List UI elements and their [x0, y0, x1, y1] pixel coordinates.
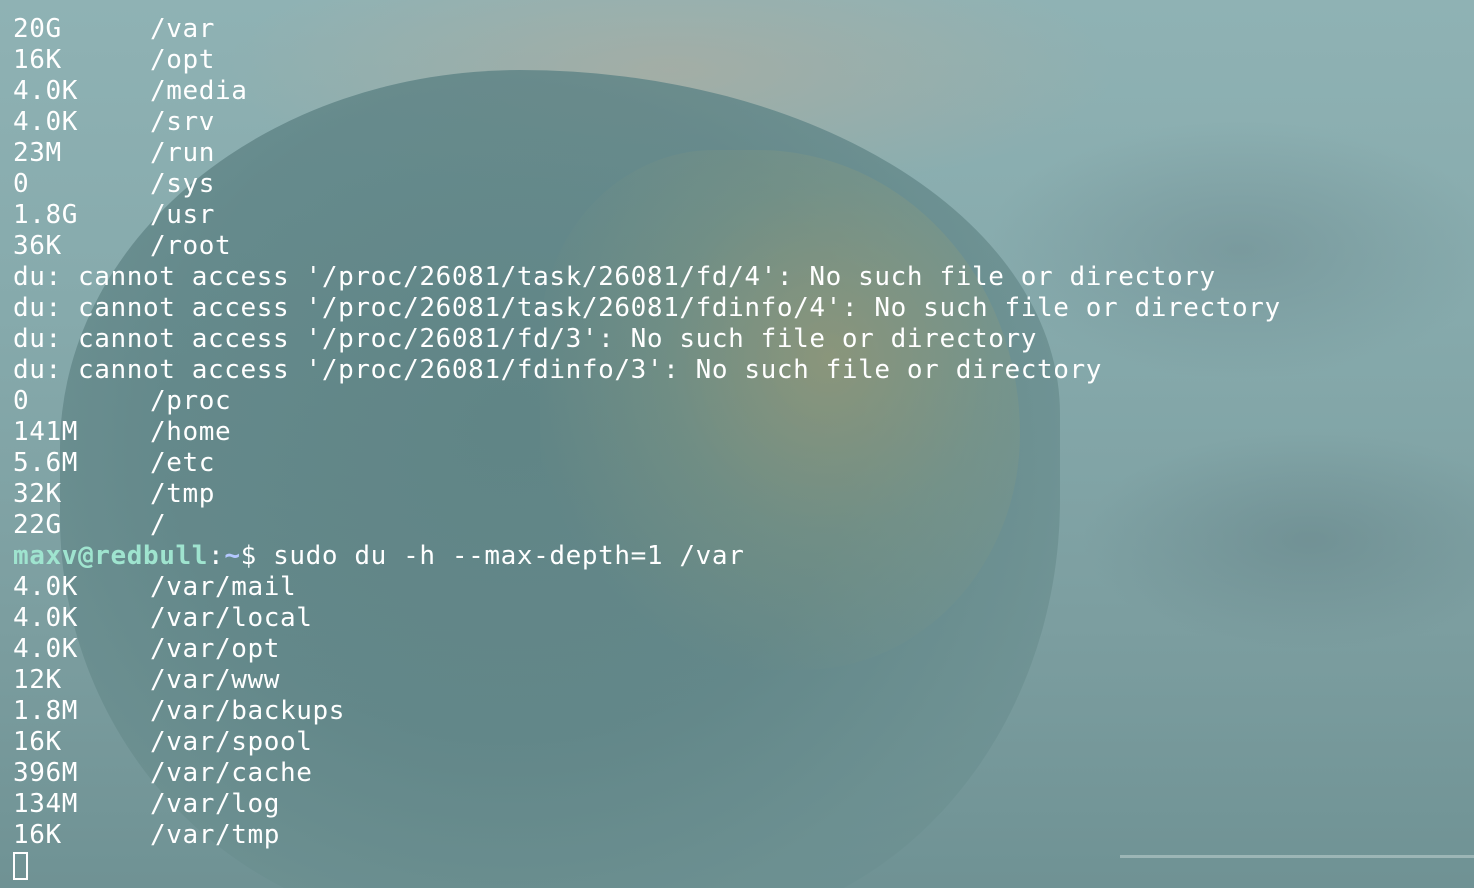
- command-text: sudo du -h --max-depth=1 /var: [256, 541, 745, 571]
- du-error-line: du: cannot access '/proc/26081/task/2608…: [13, 262, 1216, 292]
- du-line: 36K/root: [13, 231, 232, 261]
- prompt-path: ~: [224, 541, 241, 571]
- du-line: 22G /: [13, 510, 167, 540]
- prompt-separator: :: [208, 541, 225, 571]
- du-line: 5.6M/etc: [13, 448, 216, 478]
- du-error-line: du: cannot access '/proc/26081/task/2608…: [13, 293, 1281, 323]
- du-line: 16K/opt: [13, 45, 216, 75]
- shell-prompt-line: maxv@redbull:~$ sudo du -h --max-depth=1…: [13, 541, 1474, 572]
- du-line: 0/sys: [13, 169, 216, 199]
- du-error-line: du: cannot access '/proc/26081/fd/3': No…: [13, 324, 1037, 354]
- text-cursor[interactable]: [13, 852, 28, 880]
- du-line: 1.8M/var/backups: [13, 696, 346, 726]
- du-line: 134M/var/log: [13, 789, 281, 819]
- du-line: 4.0K/media: [13, 76, 248, 106]
- du-line: 16K/var/spool: [13, 727, 313, 757]
- du-line: 1.8G/usr: [13, 200, 216, 230]
- prompt-user-host: maxv@redbull: [13, 541, 209, 571]
- du-line: 4.0K/var/opt: [13, 634, 281, 664]
- input-line[interactable]: [13, 851, 1474, 882]
- du-line: 23M/run: [13, 138, 216, 168]
- du-line: 4.0K/var/mail: [13, 572, 297, 602]
- du-line: 4.0K/var/local: [13, 603, 313, 633]
- du-line: 4.0K/srv: [13, 107, 216, 137]
- du-line: 12K/var/www: [13, 665, 281, 695]
- du-line: 396M/var/cache: [13, 758, 313, 788]
- du-line: 0/proc: [13, 386, 232, 416]
- du-line: 32K/tmp: [13, 479, 216, 509]
- du-error-line: du: cannot access '/proc/26081/fdinfo/3'…: [13, 355, 1102, 385]
- du-line: 20G/var: [13, 14, 216, 44]
- prompt-symbol: $: [240, 541, 257, 571]
- du-line: 141M/home: [13, 417, 232, 447]
- terminal-output[interactable]: 20G/var 16K/opt 4.0K/media 4.0K/srv 23M /…: [0, 0, 1474, 888]
- du-line: 16K/var/tmp: [13, 820, 281, 850]
